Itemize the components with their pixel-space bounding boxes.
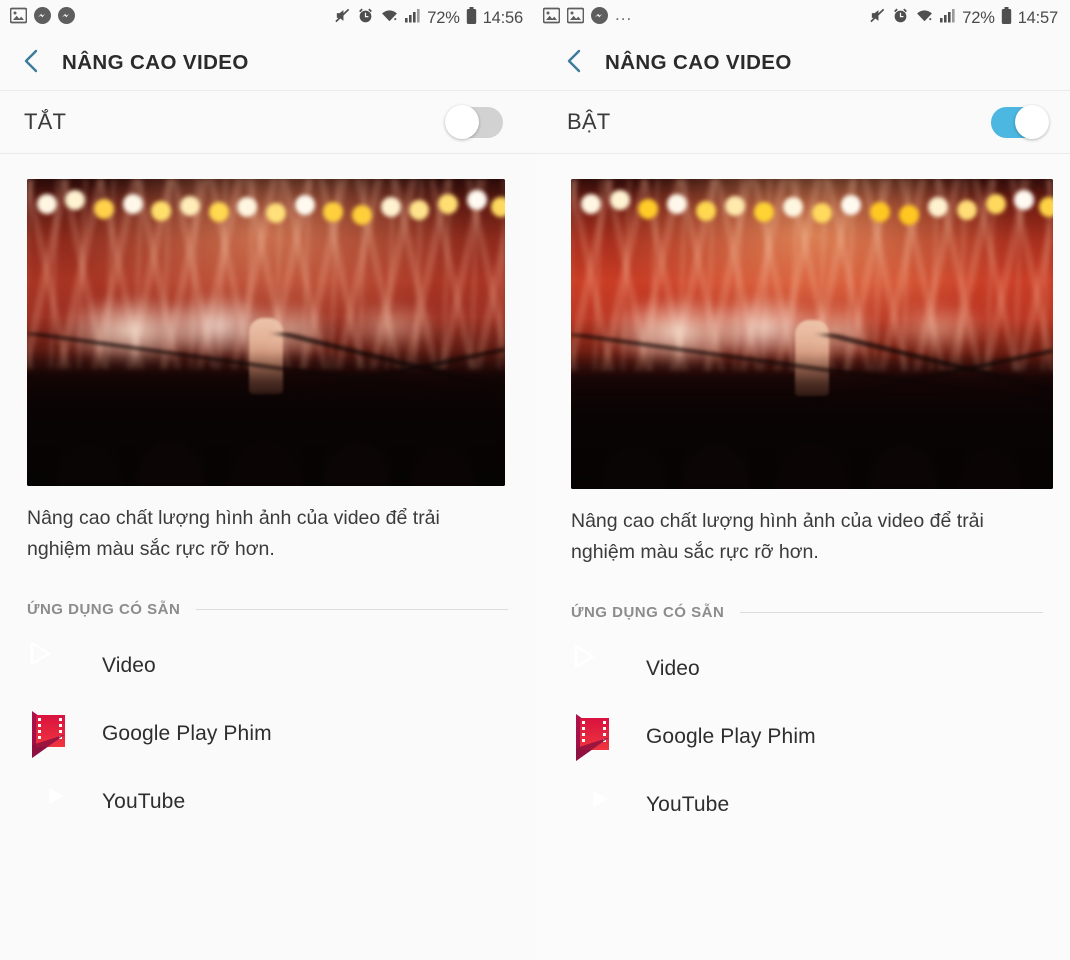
- gallery-icon: [542, 7, 561, 29]
- back-chevron-icon[interactable]: [565, 47, 583, 80]
- messenger-icon: [591, 7, 608, 29]
- panel-content: Nâng cao chất lượng hình ảnh của video đ…: [0, 179, 535, 836]
- section-divider: [740, 612, 1043, 613]
- signal-bars-icon: [940, 7, 956, 29]
- samsung-video-icon: [27, 640, 80, 693]
- status-indicators: 72% 14:57: [869, 6, 1058, 30]
- crowd-silhouette: [27, 350, 505, 486]
- youtube-icon: [27, 776, 80, 829]
- app-bar: NÂNG CAO VIDEO: [0, 36, 535, 90]
- enhancer-toggle-row[interactable]: TẮT: [0, 90, 535, 154]
- notification-icons: [9, 7, 75, 29]
- notification-overflow-label: ...: [615, 5, 633, 25]
- phone-screen-on-state: ... 72% 14:57 NÂNG CAO VIDEO BẬT Nâng ca…: [535, 0, 1070, 960]
- app-bar: NÂNG CAO VIDEO: [535, 36, 1070, 90]
- status-indicators: 72% 14:56: [334, 6, 523, 30]
- list-item[interactable]: Video: [27, 632, 508, 700]
- stage-lights-row: [571, 185, 1053, 235]
- alarm-icon: [357, 7, 374, 29]
- section-divider: [196, 609, 508, 610]
- list-item[interactable]: Google Play Phim: [571, 703, 1043, 771]
- list-item[interactable]: Google Play Phim: [27, 700, 508, 768]
- list-item[interactable]: YouTube: [571, 771, 1043, 839]
- gallery-icon: [566, 7, 585, 29]
- section-label: ỨNG DỤNG CÓ SẴN: [571, 604, 725, 621]
- concert-preview-image: [27, 179, 505, 486]
- feature-description: Nâng cao chất lượng hình ảnh của video đ…: [27, 507, 440, 560]
- available-apps-header: ỨNG DỤNG CÓ SẴN: [571, 604, 1043, 621]
- battery-icon: [466, 6, 477, 30]
- signal-bars-icon: [405, 7, 421, 29]
- toggle-state-label: TẮT: [24, 109, 67, 134]
- messenger-icon: [58, 7, 75, 29]
- google-play-movies-icon: [27, 708, 80, 761]
- notification-icons: ...: [542, 5, 633, 29]
- switch-knob: [445, 105, 479, 139]
- clock-label: 14:56: [482, 8, 523, 27]
- status-bar: 72% 14:56: [0, 0, 535, 36]
- dual-screenshot-comparison: 72% 14:56 NÂNG CAO VIDEO TẮT Nâng cao ch…: [0, 0, 1070, 960]
- crowd-silhouette: [571, 352, 1053, 489]
- stage-lights-row: [27, 185, 505, 234]
- samsung-video-icon: [571, 643, 624, 696]
- toggle-state-label: BẬT: [567, 109, 611, 134]
- messenger-icon: [34, 7, 51, 29]
- available-apps-list: Video Google Play Phim YouTube: [571, 635, 1043, 839]
- page-title: NÂNG CAO VIDEO: [605, 51, 792, 74]
- list-item[interactable]: YouTube: [27, 768, 508, 836]
- page-title: NÂNG CAO VIDEO: [62, 51, 249, 74]
- list-item-label: Google Play Phim: [646, 725, 816, 748]
- available-apps-list: Video Google Play Phim YouTube: [27, 632, 508, 836]
- switch-knob: [1015, 105, 1049, 139]
- youtube-icon: [571, 779, 624, 832]
- mute-icon: [334, 7, 351, 29]
- feature-description: Nâng cao chất lượng hình ảnh của video đ…: [571, 510, 984, 563]
- available-apps-header: ỨNG DỤNG CÓ SẴN: [27, 601, 508, 618]
- list-item-label: YouTube: [102, 790, 186, 813]
- panel-content: Nâng cao chất lượng hình ảnh của video đ…: [535, 179, 1070, 839]
- gallery-icon: [9, 7, 28, 29]
- google-play-movies-icon: [571, 711, 624, 764]
- mute-icon: [869, 7, 886, 29]
- list-item-label: Video: [646, 657, 700, 680]
- phone-screen-off-state: 72% 14:56 NÂNG CAO VIDEO TẮT Nâng cao ch…: [0, 0, 535, 960]
- list-item[interactable]: Video: [571, 635, 1043, 703]
- clock-label: 14:57: [1017, 8, 1058, 27]
- list-item-label: Video: [102, 654, 156, 677]
- list-item-label: Google Play Phim: [102, 722, 272, 745]
- wifi-icon: [915, 7, 934, 29]
- wifi-icon: [380, 7, 399, 29]
- section-label: ỨNG DỤNG CÓ SẴN: [27, 601, 181, 618]
- battery-percent-label: 72%: [962, 8, 995, 27]
- enhancer-toggle-row[interactable]: BẬT: [535, 90, 1070, 154]
- status-bar: ... 72% 14:57: [535, 0, 1070, 36]
- video-enhancer-switch[interactable]: [991, 105, 1049, 139]
- concert-preview-image: [571, 179, 1053, 489]
- list-item-label: YouTube: [646, 793, 730, 816]
- alarm-icon: [892, 7, 909, 29]
- video-enhancer-switch[interactable]: [445, 105, 503, 139]
- back-chevron-icon[interactable]: [22, 47, 40, 80]
- battery-percent-label: 72%: [427, 8, 460, 27]
- battery-icon: [1001, 6, 1012, 30]
